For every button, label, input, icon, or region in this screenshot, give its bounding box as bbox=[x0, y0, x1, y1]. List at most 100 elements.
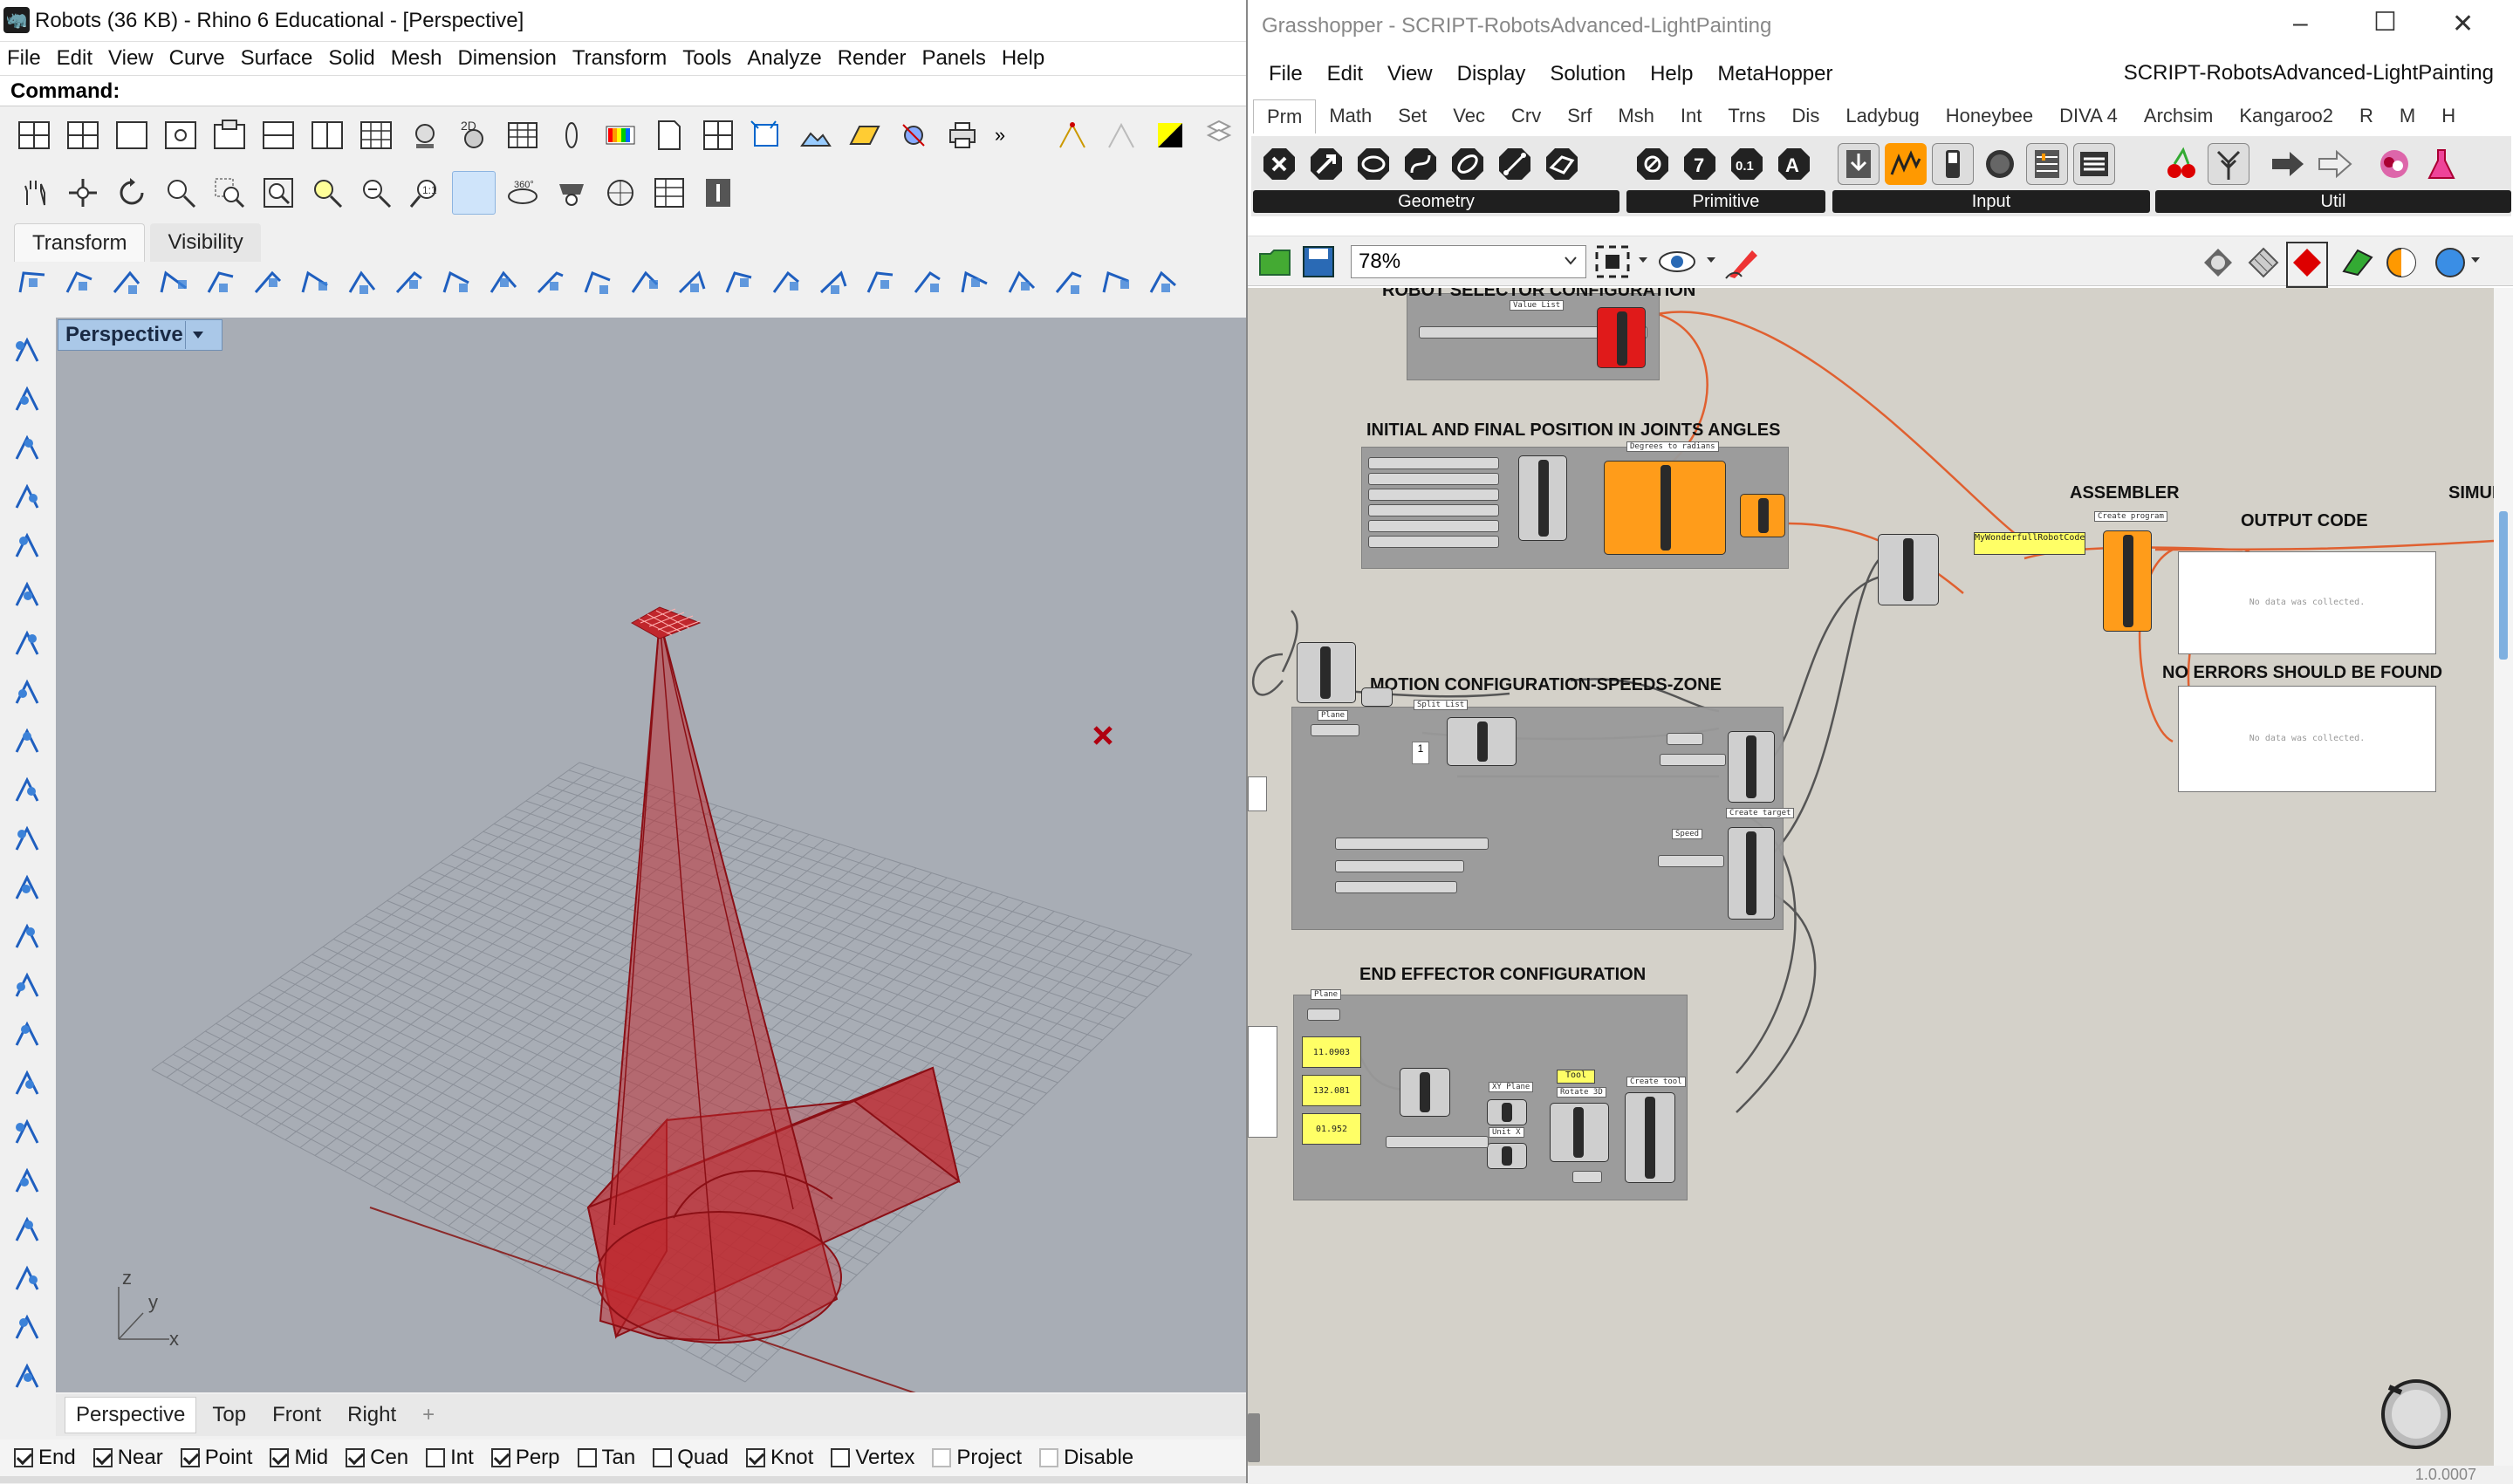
horizontal-split-icon[interactable] bbox=[257, 113, 300, 157]
polygon-icon[interactable] bbox=[6, 721, 48, 763]
gh-menu-display[interactable]: Display bbox=[1457, 54, 1526, 94]
joints-output-component[interactable] bbox=[1740, 494, 1785, 537]
zebra-icon[interactable] bbox=[843, 113, 887, 157]
gh-tab-honeybee[interactable]: Honeybee bbox=[1933, 99, 2046, 133]
rhino-menu-help[interactable]: Help bbox=[1002, 42, 1044, 75]
osnap-checkbox[interactable] bbox=[426, 1448, 446, 1467]
gh-menu-solution[interactable]: Solution bbox=[1550, 54, 1626, 94]
rhino-menu-transform[interactable]: Transform bbox=[572, 42, 667, 75]
merge-joints-component[interactable] bbox=[1518, 455, 1567, 541]
create-tool-component[interactable] bbox=[1625, 1092, 1675, 1183]
osnap-checkbox[interactable] bbox=[745, 1448, 765, 1467]
maximize-icon[interactable]: ☐ bbox=[2373, 7, 2397, 38]
gh-tab-h[interactable]: H bbox=[2428, 99, 2468, 133]
rhino-menu-edit[interactable]: Edit bbox=[57, 42, 92, 75]
gh-tab-math[interactable]: Math bbox=[1316, 99, 1385, 133]
tree-icon[interactable] bbox=[2208, 143, 2249, 185]
grasshopper-canvas[interactable]: ROBOT SELECTOR CONFIGURATION Value List … bbox=[1248, 288, 2494, 1466]
osnap-disable[interactable]: Disable bbox=[1039, 1446, 1133, 1470]
close-icon[interactable]: ✕ bbox=[2452, 9, 2474, 39]
vector-param-icon[interactable] bbox=[1305, 143, 1347, 185]
group-motion[interactable] bbox=[1291, 707, 1784, 930]
explode-icon[interactable] bbox=[6, 1111, 48, 1153]
material-green-icon[interactable] bbox=[2340, 245, 2375, 284]
speed-slider[interactable] bbox=[1311, 724, 1359, 736]
flow-surface-icon[interactable] bbox=[1049, 260, 1089, 304]
arc-icon[interactable] bbox=[6, 623, 48, 665]
stretch-icon[interactable] bbox=[766, 260, 806, 304]
gh-menu-help[interactable]: Help bbox=[1650, 54, 1693, 94]
gh-menu-metahopper[interactable]: MetaHopper bbox=[1717, 54, 1832, 94]
vertical-split-icon[interactable] bbox=[305, 113, 349, 157]
landscape-icon[interactable] bbox=[794, 113, 838, 157]
side-panel-stub[interactable] bbox=[1248, 776, 1267, 811]
array-icon[interactable] bbox=[106, 260, 147, 304]
named-view-icon[interactable] bbox=[550, 171, 593, 215]
detail-view-icon[interactable] bbox=[696, 113, 740, 157]
motion-slider-2[interactable] bbox=[1335, 860, 1464, 872]
zone-slider[interactable] bbox=[1667, 733, 1703, 745]
mesh-param-icon[interactable] bbox=[1541, 143, 1583, 185]
hatch-icon[interactable] bbox=[6, 1258, 48, 1300]
plane-surface-icon[interactable] bbox=[6, 818, 48, 860]
command-input[interactable] bbox=[122, 79, 1239, 105]
gh-menu-edit[interactable]: Edit bbox=[1327, 54, 1363, 94]
navigation-widget-icon[interactable] bbox=[2377, 1375, 2455, 1458]
canvas-left-handle[interactable] bbox=[1248, 1413, 1260, 1462]
number-panel-3[interactable]: 01.952 bbox=[1302, 1113, 1361, 1145]
dimension-icon[interactable] bbox=[6, 1209, 48, 1251]
rhino-menu-render[interactable]: Render bbox=[838, 42, 907, 75]
flask-icon[interactable] bbox=[2421, 143, 2462, 185]
gh-tab-int[interactable]: Int bbox=[1667, 99, 1715, 133]
unit-x-component[interactable] bbox=[1487, 1143, 1527, 1169]
polyline-icon[interactable] bbox=[6, 427, 48, 469]
rotate-360-icon[interactable]: 360° bbox=[501, 171, 544, 215]
output-code-panel[interactable]: No data was collected. bbox=[2178, 551, 2436, 654]
ellipse-icon[interactable] bbox=[6, 574, 48, 616]
line-param-icon[interactable] bbox=[1494, 143, 1536, 185]
cherries-icon[interactable] bbox=[2160, 143, 2202, 185]
osnap-vertex[interactable]: Vertex bbox=[831, 1446, 914, 1470]
viewport-tab-top[interactable]: Top bbox=[202, 1398, 257, 1433]
maximize-viewport-icon[interactable] bbox=[110, 113, 154, 157]
value-list-icon[interactable] bbox=[2073, 143, 2115, 185]
description-panel-stub[interactable] bbox=[1248, 1026, 1277, 1138]
osnap-checkbox[interactable] bbox=[180, 1448, 200, 1467]
box-solid-icon[interactable] bbox=[6, 916, 48, 958]
osnap-perp[interactable]: Perp bbox=[490, 1446, 560, 1470]
layout-table-icon[interactable] bbox=[647, 171, 691, 215]
bend-icon[interactable] bbox=[436, 260, 476, 304]
add-viewport-tab-button[interactable]: + bbox=[412, 1398, 445, 1433]
fillet-icon[interactable] bbox=[6, 769, 48, 811]
gh-menu-view[interactable]: View bbox=[1387, 54, 1433, 94]
table-icon[interactable] bbox=[501, 113, 544, 157]
tool-slider[interactable] bbox=[1307, 1009, 1340, 1021]
gh-tab-srf[interactable]: Srf bbox=[1554, 99, 1605, 133]
rotate-icon[interactable] bbox=[295, 260, 335, 304]
box-edit-icon[interactable] bbox=[201, 260, 241, 304]
osnap-project[interactable]: Project bbox=[932, 1446, 1022, 1470]
rhino-menu-tools[interactable]: Tools bbox=[682, 42, 731, 75]
page-layout-icon[interactable] bbox=[647, 113, 691, 157]
osnap-near[interactable]: Near bbox=[92, 1446, 163, 1470]
viewport-layout-icon[interactable] bbox=[208, 113, 251, 157]
zoom-one-icon[interactable]: 1:1 bbox=[403, 171, 447, 215]
rhino-menu-solid[interactable]: Solid bbox=[328, 42, 374, 75]
cylinder-solid-icon[interactable] bbox=[6, 1014, 48, 1056]
split-list-component[interactable] bbox=[1447, 717, 1517, 766]
create-target-component-2[interactable] bbox=[1728, 827, 1775, 920]
domain-param-icon[interactable]: 0.1 bbox=[1726, 143, 1768, 185]
merge-targets-component[interactable] bbox=[1878, 534, 1939, 605]
osnap-checkbox[interactable] bbox=[490, 1448, 510, 1467]
viewport-menu-button[interactable] bbox=[185, 321, 209, 349]
joint-slider-4[interactable] bbox=[1368, 504, 1499, 516]
gh-tab-prm[interactable]: Prm bbox=[1253, 99, 1317, 133]
rhino-menu-panels[interactable]: Panels bbox=[921, 42, 985, 75]
print-icon[interactable] bbox=[941, 113, 984, 157]
osnap-knot[interactable]: Knot bbox=[745, 1446, 813, 1470]
extrude-surface-icon[interactable] bbox=[6, 867, 48, 909]
zoom-window-icon[interactable] bbox=[208, 171, 251, 215]
sun-icon[interactable]: 2D bbox=[452, 113, 496, 157]
perspective-viewport[interactable]: z y x bbox=[56, 318, 1246, 1392]
preview-shaded-icon[interactable] bbox=[2246, 245, 2281, 284]
